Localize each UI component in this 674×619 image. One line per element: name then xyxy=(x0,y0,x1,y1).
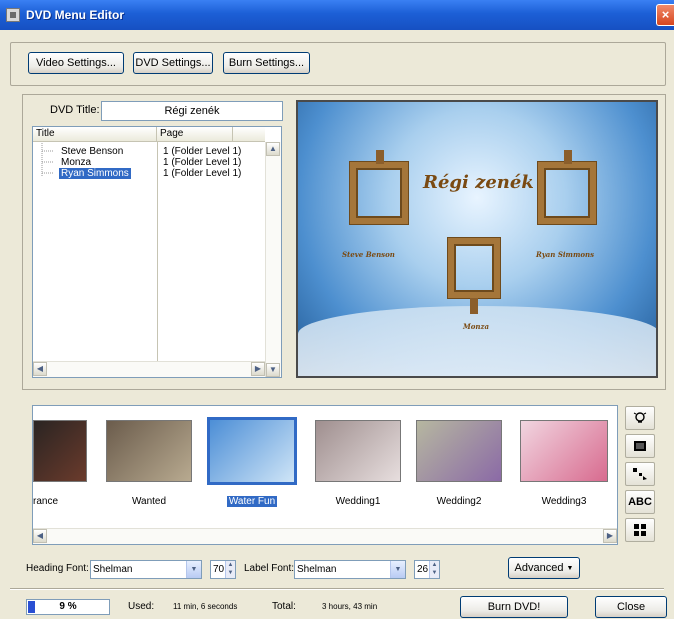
label-font-label: Label Font: xyxy=(244,563,295,574)
dvd-settings-button[interactable]: DVD Settings... xyxy=(133,52,213,74)
list-vertical-scrollbar[interactable]: ▲ ▼ xyxy=(265,142,281,377)
template-strip[interactable]: rance Wanted Water Fun Wedding1 Wedding2… xyxy=(32,405,618,545)
chevron-down-icon[interactable]: ▼ xyxy=(390,561,405,578)
spin-arrows-icon[interactable]: ▲ ▼ xyxy=(225,561,235,578)
dvd-menu-editor-window: DVD Menu Editor × Video Settings... DVD … xyxy=(0,0,674,619)
progress-text: 9 % xyxy=(59,601,77,612)
preview-label-center[interactable]: Monza xyxy=(463,322,489,331)
dvd-title-input[interactable]: Régi zenék xyxy=(101,101,283,121)
scroll-up-arrow[interactable]: ▲ xyxy=(266,142,280,156)
chevron-down-icon: ▼ xyxy=(566,564,574,572)
preview-snow-ground xyxy=(298,306,656,376)
label-size-stepper[interactable]: 26 ▲ ▼ xyxy=(414,560,440,579)
grid-icon[interactable] xyxy=(625,518,655,542)
template-thumb-selected[interactable] xyxy=(207,417,297,485)
template-label-selected: Water Fun xyxy=(226,496,278,507)
list-item-title[interactable]: Monza xyxy=(61,157,91,168)
tree-lines xyxy=(41,143,53,176)
scroll-right-arrow[interactable]: ▶ xyxy=(251,362,265,376)
frame-icon[interactable] xyxy=(625,434,655,458)
template-thumb[interactable] xyxy=(416,420,502,482)
scroll-left-arrow[interactable]: ◀ xyxy=(33,529,47,543)
list-header: Title Page xyxy=(33,127,265,142)
progress-bar: 9 % xyxy=(26,599,110,615)
preview-label-left[interactable]: Steve Benson xyxy=(342,250,395,259)
title-bar[interactable]: DVD Menu Editor × xyxy=(0,0,674,30)
scroll-down-arrow[interactable]: ▼ xyxy=(266,363,280,377)
menu-preview[interactable]: Régi zenék Steve Benson Ryan Simmons Mon… xyxy=(296,100,658,378)
advanced-button[interactable]: Advanced ▼ xyxy=(508,557,580,579)
video-settings-button[interactable]: Video Settings... xyxy=(28,52,124,74)
close-button[interactable]: Close xyxy=(595,596,667,618)
preview-frame-right[interactable] xyxy=(538,162,596,224)
template-label: Wedding3 xyxy=(541,496,587,507)
scroll-left-arrow[interactable]: ◀ xyxy=(33,362,47,376)
list-item-page: 1 (Folder Level 1) xyxy=(163,157,242,168)
chevron-down-icon[interactable]: ▼ xyxy=(186,561,201,578)
label-font-select[interactable]: Shelman ▼ xyxy=(294,560,406,579)
preview-heading[interactable]: Régi zenék xyxy=(423,172,534,193)
total-value: 3 hours, 43 min xyxy=(322,602,378,611)
template-label: Wedding1 xyxy=(335,496,381,507)
list-item-title-selected[interactable]: Ryan Simmons xyxy=(59,168,131,179)
spin-arrows-icon[interactable]: ▲ ▼ xyxy=(429,561,439,578)
heading-font-select[interactable]: Shelman ▼ xyxy=(90,560,202,579)
app-icon xyxy=(6,8,20,22)
heading-font-label: Heading Font: xyxy=(26,563,89,574)
used-label: Used: xyxy=(128,601,155,612)
total-label: Total: xyxy=(272,601,296,612)
template-label: rance xyxy=(33,496,59,507)
preview-label-right[interactable]: Ryan Simmons xyxy=(536,250,594,259)
template-thumb[interactable] xyxy=(33,420,87,482)
template-scrollbar[interactable]: ◀ ▶ xyxy=(33,528,617,544)
scroll-right-arrow[interactable]: ▶ xyxy=(603,529,617,543)
list-item-title[interactable]: Steve Benson xyxy=(61,146,123,157)
burn-dvd-button[interactable]: Burn DVD! xyxy=(460,596,568,618)
title-list[interactable]: Title Page Steve Benson 1 (Folder Level … xyxy=(32,126,282,378)
template-label: Wedding2 xyxy=(436,496,482,507)
lightbulb-icon[interactable] xyxy=(625,406,655,430)
window-close-button[interactable]: × xyxy=(656,4,674,26)
template-thumb[interactable] xyxy=(106,420,192,482)
burn-settings-button[interactable]: Burn Settings... xyxy=(223,52,310,74)
heading-size-stepper[interactable]: 70 ▲ ▼ xyxy=(210,560,236,579)
tool-column: ABC xyxy=(625,406,657,546)
dvd-title-label: DVD Title: xyxy=(50,104,100,116)
preview-frame-left[interactable] xyxy=(350,162,408,224)
window-title: DVD Menu Editor xyxy=(26,8,124,22)
template-label: Wanted xyxy=(131,496,167,507)
list-item-page: 1 (Folder Level 1) xyxy=(163,168,242,179)
used-value: 11 min, 6 seconds xyxy=(173,602,238,611)
text-abc-icon[interactable]: ABC xyxy=(625,490,655,514)
list-horizontal-scrollbar[interactable]: ◀ ▶ xyxy=(33,361,265,377)
template-thumb[interactable] xyxy=(315,420,401,482)
column-header-title[interactable]: Title xyxy=(33,127,157,141)
arrange-icon[interactable] xyxy=(625,462,655,486)
preview-frame-center[interactable] xyxy=(448,238,500,298)
template-thumb[interactable] xyxy=(520,420,608,482)
column-header-page[interactable]: Page xyxy=(157,127,233,141)
list-item-page: 1 (Folder Level 1) xyxy=(163,146,242,157)
